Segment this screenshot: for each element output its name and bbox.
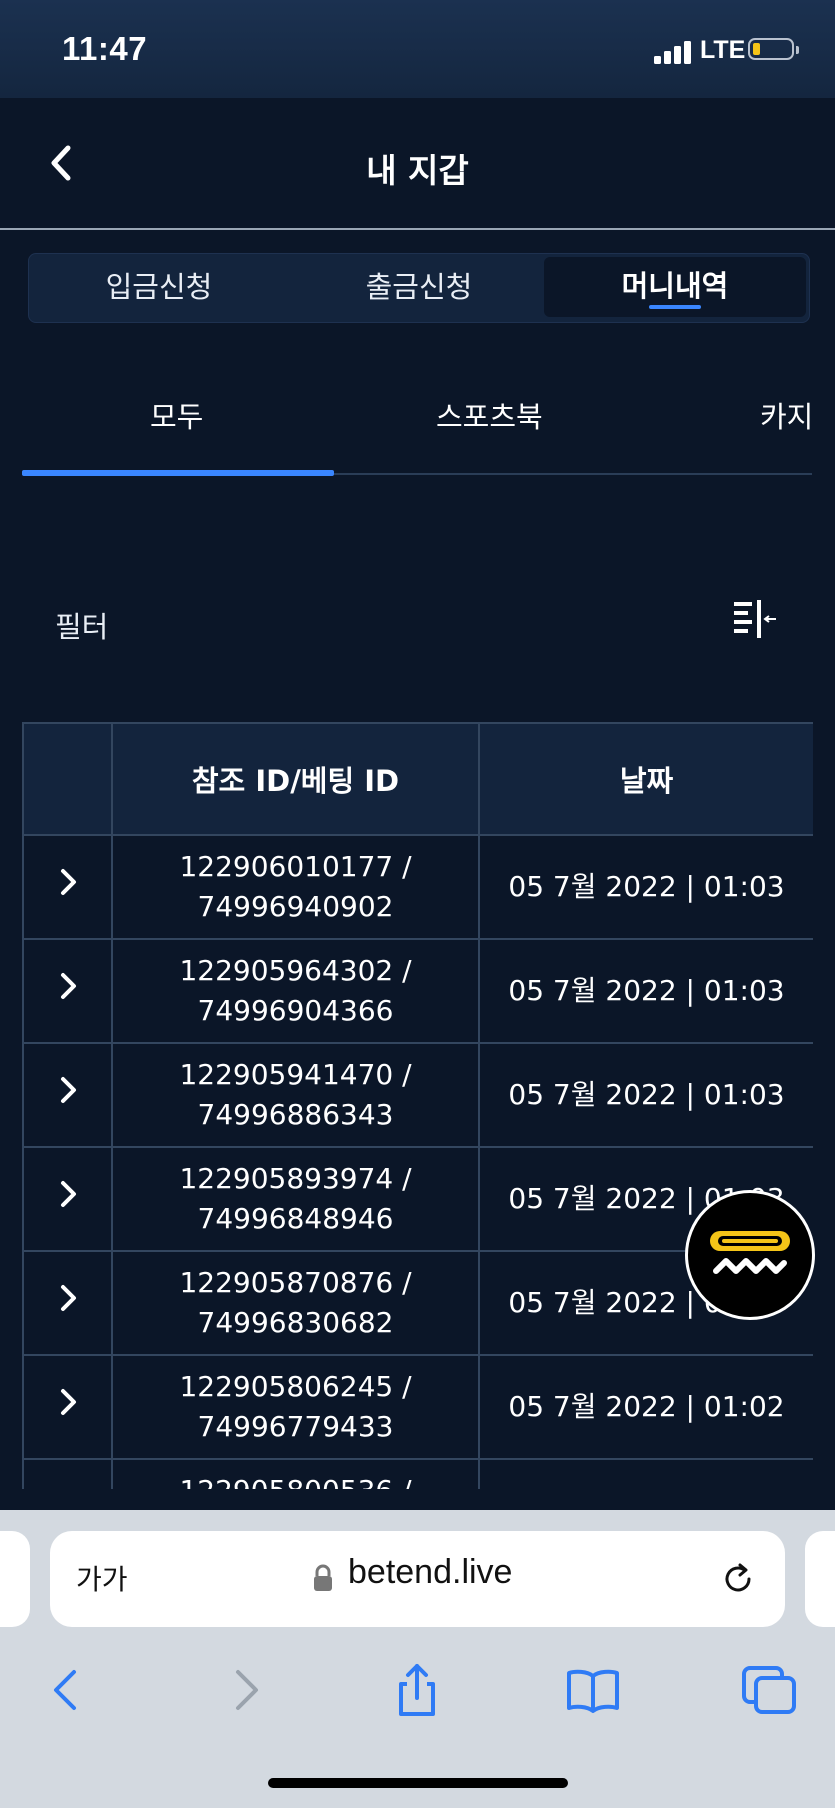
segment-money-history[interactable]: 머니내역 [544, 257, 806, 317]
app-header: 내 지갑 [0, 98, 835, 230]
ref-bet-id-cell: 122905964302 / 74996904366 [111, 938, 480, 1044]
tabs-icon[interactable] [740, 1660, 800, 1720]
share-icon[interactable] [387, 1660, 447, 1720]
chat-floating-button[interactable] [685, 1190, 815, 1320]
page-title: 내 지갑 [366, 151, 469, 190]
row-expand-button[interactable] [22, 1458, 113, 1489]
bet-id: 74996830682 [197, 1306, 394, 1339]
chevron-right-icon [60, 1076, 76, 1103]
tab-active-indicator [22, 470, 334, 476]
filter-collapse-icon [734, 600, 776, 638]
url-text: betend.live [348, 1553, 513, 1591]
ref-id: 122905870876 / [179, 1266, 412, 1299]
ref-bet-id-cell: 122905800536 / [111, 1458, 480, 1489]
chevron-right-icon [60, 868, 76, 895]
row-expand-button[interactable] [22, 1250, 113, 1356]
segment-active-indicator [649, 305, 701, 309]
chat-mascot-icon [710, 1231, 790, 1274]
text-size-button[interactable]: 가가 [76, 1558, 128, 1598]
row-expand-button[interactable] [22, 1146, 113, 1252]
ref-bet-id-cell: 122905893974 / 74996848946 [111, 1146, 480, 1252]
ref-bet-id-cell: 122905806245 / 74996779433 [111, 1354, 480, 1460]
table-row[interactable]: 122906010177 / 74996940902 05 7월 2022 | 0… [22, 834, 813, 940]
date-cell [478, 1458, 813, 1489]
bet-id: 74996940902 [197, 890, 394, 923]
ref-id: 122905800536 / [114, 1471, 477, 1489]
browser-nav-row [0, 1660, 835, 1730]
table-row[interactable]: 122905964302 / 74996904366 05 7월 2022 | 0… [22, 938, 813, 1044]
ref-bet-id-cell: 122905870876 / 74996830682 [111, 1250, 480, 1356]
address-bar[interactable]: 가가 betend.live [50, 1531, 785, 1627]
date-cell: 05 7월 2022 | 01:03 [478, 1042, 813, 1148]
ref-bet-id-cell: 122905941470 / 74996886343 [111, 1042, 480, 1148]
status-bar: 11:47 LTE [0, 0, 835, 98]
wallet-segment-control: 입금신청 출금신청 머니내역 [28, 253, 810, 323]
row-expand-button[interactable] [22, 1354, 113, 1460]
chevron-right-icon [60, 1180, 76, 1207]
bet-id: 74996848946 [197, 1202, 394, 1235]
ref-id: 122905941470 / [179, 1058, 412, 1091]
row-expand-button[interactable] [22, 834, 113, 940]
ref-id: 122905893974 / [179, 1162, 412, 1195]
chevron-right-icon [60, 1388, 76, 1415]
segment-withdraw-request[interactable]: 출금신청 [289, 254, 549, 322]
tab-all[interactable]: 모두 [150, 394, 203, 436]
date-cell: 05 7월 2022 | 01:02 [478, 1354, 813, 1460]
browser-back-icon[interactable] [36, 1660, 96, 1720]
bet-id: 74996886343 [197, 1098, 394, 1131]
status-time: 11:47 [62, 30, 148, 67]
ref-id: 122905806245 / [179, 1370, 412, 1403]
history-table: 참조 ID/베팅 ID 날짜 122906010177 / 74996940902… [22, 722, 813, 1489]
bookmarks-icon[interactable] [563, 1660, 623, 1720]
header-ref-bet-id: 참조 ID/베팅 ID [111, 722, 480, 836]
ref-id: 122906010177 / [179, 850, 412, 883]
chevron-right-icon [60, 1284, 76, 1311]
header-date: 날짜 [478, 722, 813, 836]
reload-icon[interactable] [718, 1559, 758, 1599]
tab-casino[interactable]: 카지 [760, 394, 812, 436]
header-expand [22, 722, 113, 836]
previous-tab-preview[interactable] [0, 1531, 30, 1627]
date-cell: 05 7월 2022 | 01:03 [478, 834, 813, 940]
ref-bet-id-cell: 122906010177 / 74996940902 [111, 834, 480, 940]
table-row[interactable]: 122905941470 / 74996886343 05 7월 2022 | 0… [22, 1042, 813, 1148]
table-row[interactable]: 122905806245 / 74996779433 05 7월 2022 | 0… [22, 1354, 813, 1460]
home-indicator [268, 1778, 568, 1788]
table-row[interactable]: 122905800536 / [22, 1458, 813, 1489]
lock-icon [314, 1564, 332, 1591]
tab-sportsbook[interactable]: 스포츠북 [436, 394, 543, 436]
next-tab-preview[interactable] [805, 1531, 835, 1627]
row-expand-button[interactable] [22, 938, 113, 1044]
bet-id: 74996779433 [197, 1410, 394, 1443]
browser-toolbar: 가가 betend.live [0, 1510, 835, 1808]
date-cell: 05 7월 2022 | 01:03 [478, 938, 813, 1044]
row-expand-button[interactable] [22, 1042, 113, 1148]
segment-money-history-label: 머니내역 [621, 269, 729, 303]
battery-icon [748, 38, 799, 60]
filter-label: 필터 [55, 610, 109, 644]
table-header-row: 참조 ID/베팅 ID 날짜 [22, 722, 813, 836]
network-type: LTE [700, 36, 746, 64]
browser-forward-icon[interactable] [216, 1660, 276, 1720]
category-tabs: 모두 스포츠북 카지 [22, 380, 812, 476]
bet-id: 74996904366 [197, 994, 394, 1027]
filter-toggle-button[interactable] [732, 598, 778, 640]
cellular-signal-icon [654, 40, 694, 64]
ref-id: 122905964302 / [179, 954, 412, 987]
chevron-right-icon [60, 972, 76, 999]
segment-deposit-request[interactable]: 입금신청 [29, 254, 289, 322]
